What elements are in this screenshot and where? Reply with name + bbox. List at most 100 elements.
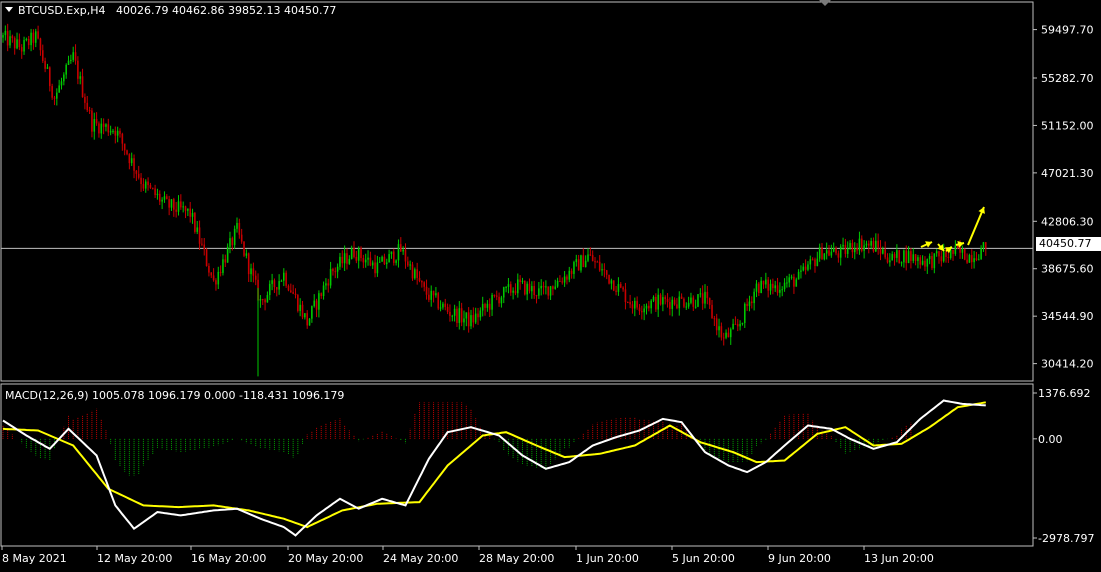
- candle-body: [13, 38, 16, 49]
- candle-body: [315, 300, 318, 310]
- candle-body: [542, 285, 545, 288]
- candle-body: [935, 251, 938, 254]
- candle-body: [128, 154, 131, 164]
- candle-body: [336, 266, 339, 272]
- candle-body: [114, 130, 117, 136]
- candle-body: [158, 193, 161, 202]
- candle-body: [140, 177, 142, 185]
- candle-body: [444, 303, 447, 307]
- candle-body: [856, 247, 858, 251]
- candle-body: [208, 265, 210, 273]
- candle-body: [524, 280, 526, 295]
- candle-body: [44, 60, 46, 69]
- candle-body: [290, 290, 292, 293]
- candle-body: [182, 206, 184, 208]
- candle-body: [304, 313, 306, 318]
- candle-body: [191, 212, 194, 217]
- candle-body: [268, 283, 271, 296]
- candle-body: [748, 301, 751, 306]
- chart-canvas[interactable]: 59497.70 55282.70 51152.00 47021.30 42806.30…: [0, 0, 1101, 569]
- candle-body: [641, 311, 643, 313]
- time-axis-label: 20 May 20:00: [288, 552, 363, 565]
- candle-body: [512, 290, 514, 293]
- candle-body: [453, 308, 456, 316]
- candle-body: [271, 280, 273, 284]
- candle-body: [788, 277, 791, 283]
- chart-area[interactable]: 59497.70 55282.70 51152.00 47021.30 42806.30…: [0, 0, 1101, 569]
- candles-group: [2, 23, 987, 377]
- candle-body: [809, 259, 812, 265]
- candle-body: [95, 119, 98, 124]
- candle-body: [203, 244, 206, 250]
- candle-body: [88, 110, 91, 112]
- candle-body: [86, 102, 89, 111]
- candle-body: [318, 293, 320, 310]
- candle-body: [900, 262, 903, 264]
- candle-body: [659, 294, 662, 305]
- candle-body: [959, 247, 961, 253]
- candle-body: [601, 269, 603, 271]
- candle-body: [580, 255, 582, 271]
- price-axis-label: 47021.30: [1041, 167, 1094, 180]
- chart-shift-marker-icon[interactable]: [819, 0, 831, 6]
- candle-body: [795, 279, 798, 287]
- candle-body: [591, 255, 594, 262]
- candle-body: [285, 272, 287, 286]
- candle-body: [451, 315, 454, 317]
- candle-body: [425, 286, 428, 295]
- candle-body: [793, 276, 795, 287]
- candle-body: [67, 60, 70, 65]
- candle-body: [301, 304, 304, 318]
- candle-body: [245, 253, 248, 256]
- candle-body: [561, 281, 564, 283]
- candle-body: [163, 196, 166, 200]
- candle-body: [919, 257, 922, 265]
- candle-body: [839, 246, 842, 258]
- candle-body: [786, 282, 788, 284]
- candle-body: [306, 313, 308, 326]
- candle-body: [779, 289, 781, 293]
- candle-body: [870, 241, 872, 246]
- candle-body: [390, 251, 393, 255]
- candle-body: [533, 286, 535, 296]
- candle-body: [821, 247, 823, 260]
- candle-body: [411, 264, 414, 279]
- candle-body: [704, 291, 706, 304]
- candle-body: [568, 270, 571, 280]
- price-axis-label: 34544.90: [1041, 310, 1094, 323]
- candle-body: [196, 227, 199, 232]
- candle-body: [879, 247, 882, 254]
- candle-body: [60, 81, 63, 86]
- candle-body: [835, 248, 837, 254]
- candle-body: [891, 254, 893, 261]
- candle-body: [701, 293, 704, 304]
- candle-body: [156, 193, 159, 196]
- candle-body: [98, 123, 100, 134]
- candle-body: [931, 256, 933, 269]
- candle-body: [538, 288, 540, 296]
- candle-body: [648, 305, 650, 309]
- price-axis-label: 38675.60: [1041, 263, 1094, 276]
- candle-body: [460, 308, 463, 323]
- candle-body: [975, 258, 978, 260]
- candle-body: [474, 313, 477, 323]
- candle-body: [617, 284, 620, 292]
- ohlc-values: 40026.79 40462.86 39852.13 40450.77: [116, 4, 337, 17]
- candle-body: [781, 289, 784, 291]
- candle-body: [631, 304, 634, 309]
- candle-body: [657, 294, 659, 310]
- candle-body: [804, 266, 807, 270]
- candle-body: [79, 76, 82, 79]
- macd-histogram-group: [2, 402, 912, 476]
- candle-body: [435, 293, 437, 296]
- candle-body: [963, 248, 966, 260]
- collapse-triangle-icon[interactable]: [5, 7, 13, 12]
- candle-body: [818, 247, 821, 259]
- candle-body: [187, 208, 189, 211]
- candle-body: [619, 284, 622, 288]
- candle-body: [46, 67, 49, 69]
- candle-body: [552, 286, 554, 289]
- candle-body: [868, 243, 870, 246]
- candle-body: [514, 290, 517, 294]
- candle-body: [790, 276, 793, 278]
